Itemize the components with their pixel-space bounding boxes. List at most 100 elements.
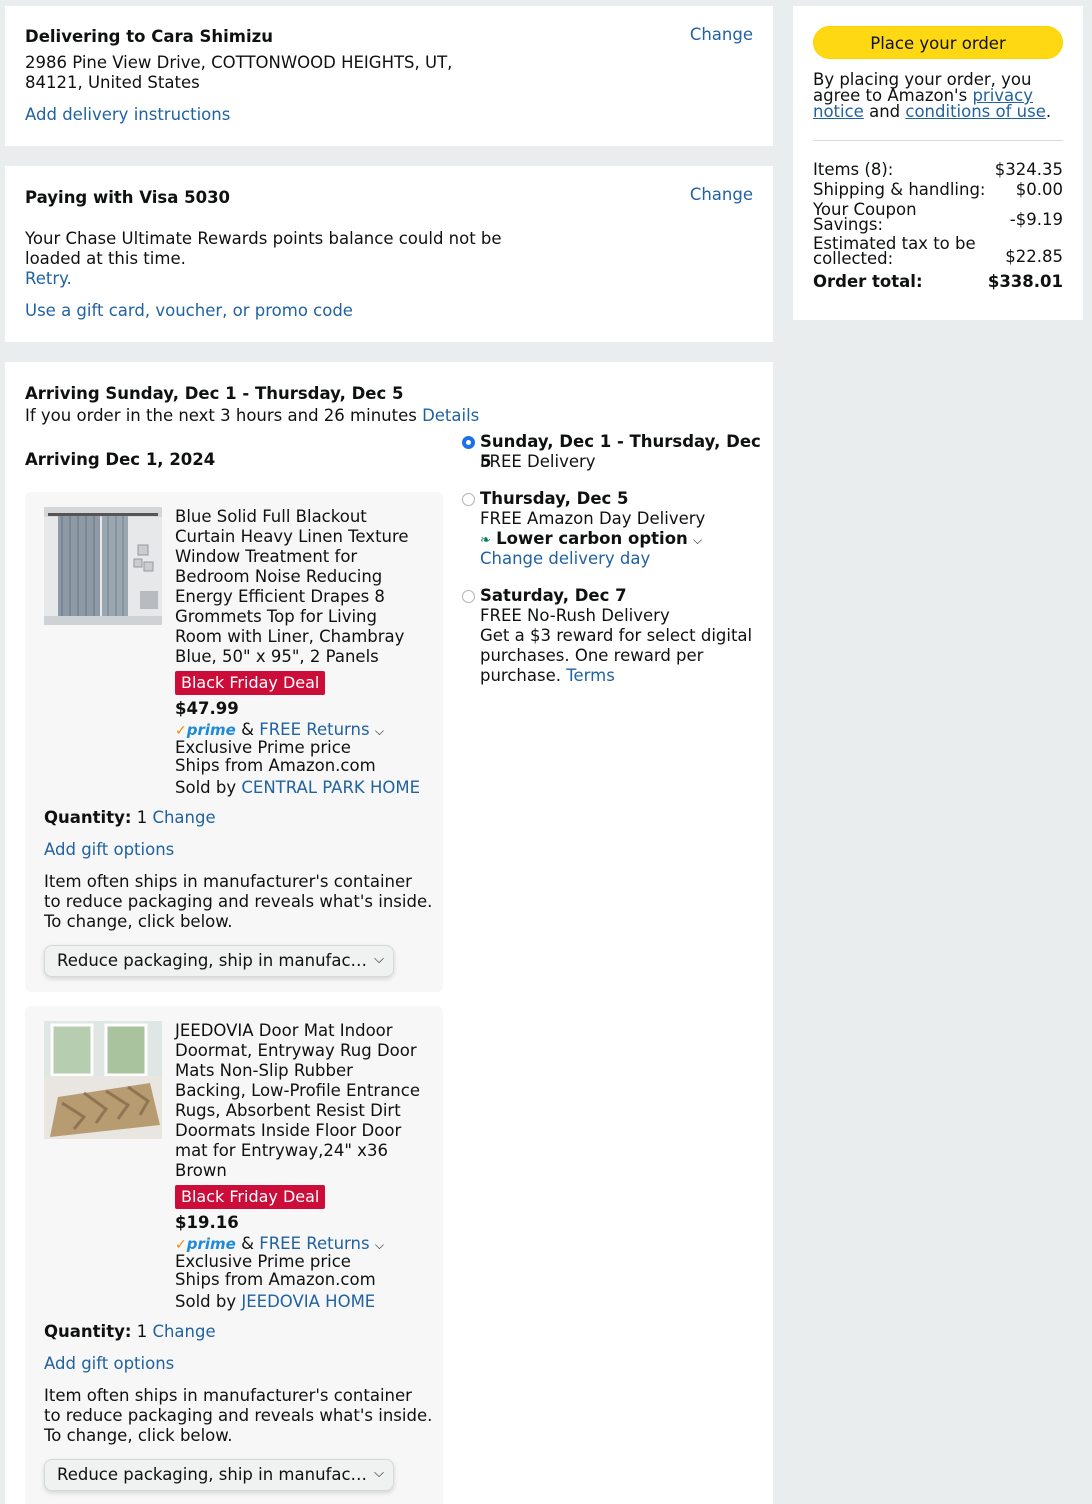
exclusive-price-text: Exclusive Prime price [175,1252,351,1271]
seller-link[interactable]: JEEDOVIA HOME [241,1292,375,1311]
order-within-text: If you order in the next 3 hours and 26 … [25,406,479,426]
leaf-icon: ❧ [480,533,491,548]
rewards-message-line-1: Your Chase Ultimate Rewards points balan… [25,229,502,248]
quantity-change-link[interactable]: Change [152,808,215,827]
packaging-note-line: Item often ships in manufacturer's conta… [44,872,412,891]
retry-link[interactable]: Retry. [25,269,72,289]
tax-row: Estimated tax to be collected: $22.85 [813,235,1063,267]
arriving-date-heading: Arriving Dec 1, 2024 [25,450,216,469]
agreement-line: notice and conditions of use. [813,102,1063,121]
sold-by-label: Sold by [175,1292,237,1311]
title-line: Blue Solid Full Blackout [175,507,367,526]
delivery-option-3-reward-1: Get a $3 reward for select digital [480,626,753,645]
shipment-card: Arriving Sunday, Dec 1 - Thursday, Dec 5… [5,362,773,1504]
lower-carbon-label: Lower carbon option [496,529,688,548]
doormat-product-image[interactable] [44,1021,162,1139]
prime-check-icon: ✓ [175,1237,187,1253]
deal-badge: Black Friday Deal [175,671,326,695]
packaging-select[interactable]: Reduce packaging, ship in manufac… ⌵ [44,1459,394,1491]
item-price: $47.99 [175,699,239,718]
order-within-label: If you order in the next 3 hours and 26 … [25,406,417,425]
shipping-label: Shipping & handling: [813,180,986,199]
change-delivery-day-link[interactable]: Change delivery day [480,549,650,569]
deal-badge-label: Black Friday Deal [175,1185,326,1209]
delivery-option-1-desc: FREE Delivery [480,452,596,471]
place-order-button[interactable]: Place your order [813,26,1063,59]
title-line: Brown [175,1161,227,1180]
free-returns-link[interactable]: FREE Returns [259,1234,369,1253]
delivery-address-card: Delivering to Cara Shimizu 2986 Pine Vie… [5,6,773,146]
lower-carbon-row[interactable]: ❧ Lower carbon option ⌵ [480,529,702,551]
quantity-value: 1 [136,808,148,827]
gift-card-promo-link[interactable]: Use a gift card, voucher, or promo code [25,301,353,321]
packaging-note-line: To change, click below. [44,1426,233,1445]
quantity-label: Quantity: [44,1322,132,1341]
title-line: mat for Entryway,24" x36 [175,1141,388,1160]
chevron-down-icon[interactable]: ⌵ [375,724,384,738]
change-address-link[interactable]: Change [690,25,753,45]
curtain-product-image[interactable] [44,507,162,625]
order-total-label: Order total: [813,272,923,291]
free-returns-link[interactable]: FREE Returns [259,720,369,739]
packaging-select-value: Reduce packaging, ship in manufac… [57,951,368,970]
delivery-option-2-title: Thursday, Dec 5 [480,489,629,508]
shipping-value: $0.00 [1015,180,1063,199]
title-line: Mats Non-Slip Rubber [175,1061,353,1080]
ships-from-text: Ships from Amazon.com [175,756,376,775]
coupon-row: Your Coupon Savings: -$9.19 [813,201,1063,233]
change-payment-link[interactable]: Change [690,185,753,205]
deal-badge-label: Black Friday Deal [175,671,326,695]
packaging-note: Item often ships in manufacturer's conta… [44,872,432,932]
delivery-option-radio-2[interactable] [462,493,475,506]
item-price: $19.16 [175,1213,239,1232]
sold-by-row: Sold by CENTRAL PARK HOME [175,778,420,798]
privacy-notice-link[interactable]: notice [813,102,864,121]
sold-by-row: Sold by JEEDOVIA HOME [175,1292,375,1312]
quantity-row: Quantity: 1 Change [44,808,216,828]
delivery-option-radio-3[interactable] [462,590,475,603]
cart-item: JEEDOVIA Door Mat Indoor Doormat, Entryw… [25,1006,443,1504]
sold-by-label: Sold by [175,778,237,797]
quantity-change-link[interactable]: Change [152,1322,215,1341]
add-gift-options-link[interactable]: Add gift options [44,1354,174,1374]
packaging-note-line: Item often ships in manufacturer's conta… [44,1386,412,1405]
and-text: and [869,102,901,121]
delivery-option-3-reward-2: purchases. One reward per [480,646,704,665]
title-line: Bedroom Noise Reducing [175,567,383,586]
address-line-1: 2986 Pine View Drive, COTTONWOOD HEIGHTS… [25,53,453,72]
chevron-down-icon[interactable]: ⌵ [375,1238,384,1252]
delivery-option-radio-1[interactable] [462,436,475,449]
packaging-select[interactable]: Reduce packaging, ship in manufac… ⌵ [44,945,394,977]
ampersand: & [241,720,254,739]
details-link[interactable]: Details [422,406,479,425]
packaging-note-line: to reduce packaging and reveals what's i… [44,1406,433,1425]
items-label: Items (8): [813,160,894,179]
item-title[interactable]: Blue Solid Full Blackout Curtain Heavy L… [175,507,435,667]
packaging-select-value: Reduce packaging, ship in manufac… [57,1465,368,1484]
delivery-option-3-reward-3: purchase. Terms [480,666,615,686]
title-line: Grommets Top for Living [175,607,377,626]
address-line-2: 84121, United States [25,73,200,92]
period-text: . [1045,102,1052,121]
shipping-row: Shipping & handling: $0.00 [813,180,1063,200]
exclusive-price-text: Exclusive Prime price [175,738,351,757]
packaging-note-line: To change, click below. [44,912,233,931]
cart-item: Blue Solid Full Blackout Curtain Heavy L… [25,492,443,992]
ampersand: & [241,1234,254,1253]
prime-logo: prime [186,721,236,739]
seller-link[interactable]: CENTRAL PARK HOME [241,778,420,797]
coupon-value: -$9.19 [1009,210,1063,229]
item-title[interactable]: JEEDOVIA Door Mat Indoor Doormat, Entryw… [175,1021,435,1181]
add-gift-options-link[interactable]: Add gift options [44,840,174,860]
delivery-option-3-title: Saturday, Dec 7 [480,586,627,605]
payment-heading: Paying with Visa 5030 [25,188,231,207]
title-line: Energy Efficient Drapes 8 [175,587,385,606]
terms-link[interactable]: Terms [566,666,615,685]
prime-check-icon: ✓ [175,723,187,739]
title-line: Blue, 50" x 95", 2 Panels [175,647,379,666]
delivery-option-3-desc: FREE No-Rush Delivery [480,606,670,625]
conditions-of-use-link[interactable]: conditions of use [905,102,1045,121]
delivery-option-2-desc: FREE Amazon Day Delivery [480,509,706,528]
add-delivery-instructions-link[interactable]: Add delivery instructions [25,105,230,125]
items-row: Items (8): $324.35 [813,160,1063,180]
